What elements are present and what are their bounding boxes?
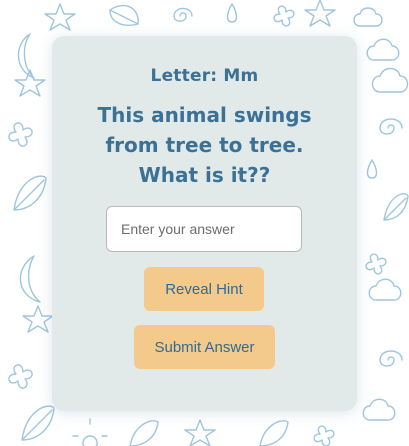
sun-icon (72, 418, 108, 446)
star-icon (44, 3, 76, 31)
moon-icon (17, 33, 35, 79)
flower-icon (365, 253, 387, 275)
cloud-icon (353, 7, 383, 27)
flower-icon (273, 5, 295, 27)
star-icon (184, 419, 216, 446)
cloud-icon (366, 38, 400, 61)
cloud-icon (371, 67, 409, 93)
leaf-icon (21, 405, 55, 441)
leaf-icon (129, 420, 159, 446)
answer-input[interactable] (106, 206, 302, 252)
leaf-icon (109, 5, 139, 26)
star-icon (22, 305, 54, 333)
leaf-icon (259, 420, 289, 446)
reveal-hint-button[interactable]: Reveal Hint (144, 267, 264, 311)
spiral-icon (379, 118, 403, 135)
question-text: This animal swings from tree to tree. Wh… (97, 103, 312, 187)
flower-icon (8, 364, 33, 389)
drop-icon (226, 3, 238, 23)
letter-heading: Letter: Mm (150, 66, 259, 86)
spiral-icon (173, 7, 193, 22)
quiz-card: Letter: Mm This animal swings from tree … (52, 36, 357, 411)
cloud-icon (368, 278, 402, 301)
moon-icon (19, 255, 41, 303)
drop-icon (366, 159, 378, 179)
flower-icon (8, 122, 33, 147)
flower-icon (313, 425, 335, 446)
cloud-icon (362, 398, 396, 421)
submit-answer-button[interactable]: Submit Answer (134, 325, 275, 369)
leaf-icon (13, 175, 47, 211)
spiral-icon (379, 350, 403, 367)
leaf-icon (383, 193, 409, 221)
star-icon (304, 0, 336, 27)
